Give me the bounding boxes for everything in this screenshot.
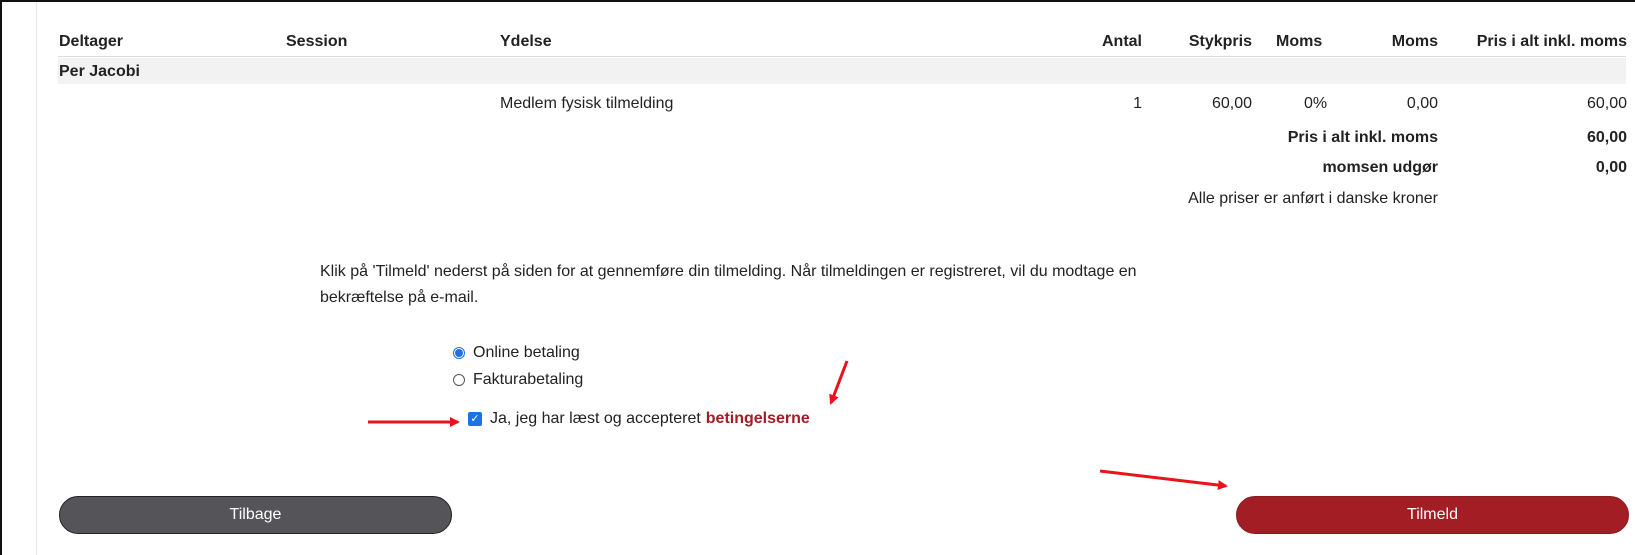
arrow-to-terms-link-icon [829,360,849,405]
page-frame: Deltager Session Ydelse Antal Stykpris M… [0,0,1635,555]
annotation-arrows [368,360,1228,491]
arrow-to-submit-icon [1099,469,1228,491]
